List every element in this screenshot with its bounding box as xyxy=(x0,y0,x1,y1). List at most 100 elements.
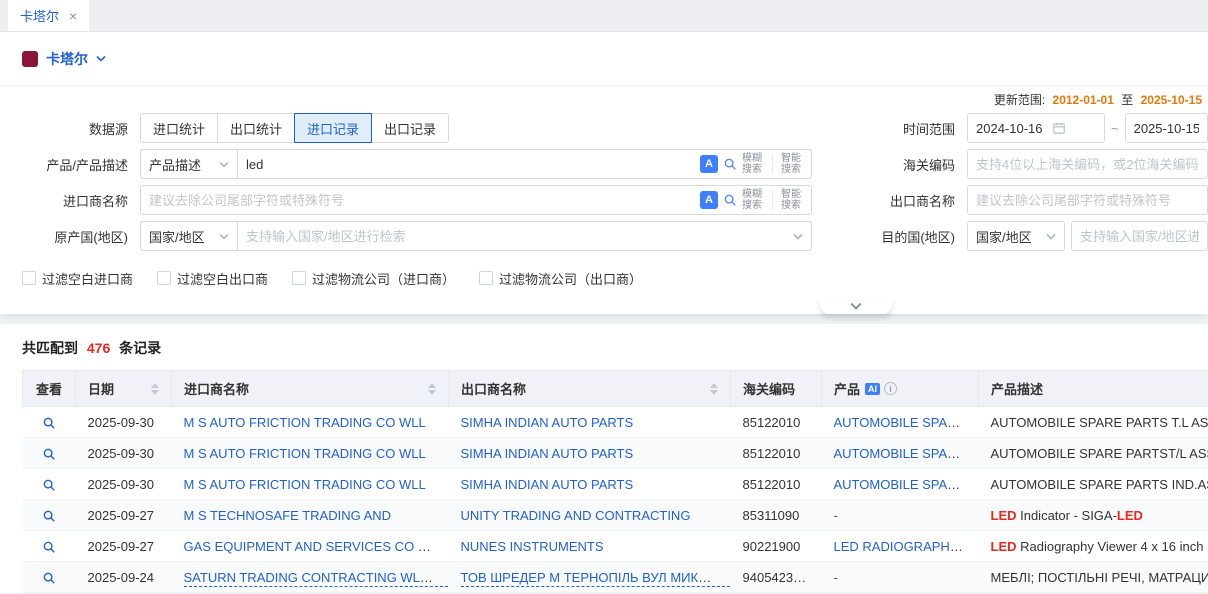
exporter-link[interactable]: NUNES INSTRUMENTS xyxy=(461,539,604,554)
qatar-flag-icon xyxy=(22,51,38,67)
importer-link[interactable]: SATURN TRADING CONTRACTING WLL BUI... xyxy=(184,570,449,587)
origin-type-select[interactable]: 国家/地区 xyxy=(140,221,238,251)
view-record-icon[interactable] xyxy=(42,416,56,430)
exporter-input[interactable] xyxy=(976,193,1199,208)
exporter-link[interactable]: SIMHA INDIAN AUTO PARTS xyxy=(461,446,634,461)
update-range-to: 至 xyxy=(1121,93,1133,107)
datasource-button[interactable]: 出口记录 xyxy=(371,113,449,143)
importer-link[interactable]: M S TECHNOSAFE TRADING AND xyxy=(184,508,392,523)
fuzzy-search-button[interactable]: 模糊搜索 xyxy=(742,189,764,211)
start-date-input[interactable] xyxy=(967,113,1105,143)
chevron-down-icon[interactable] xyxy=(793,233,803,240)
hs-code-input[interactable] xyxy=(976,157,1199,172)
start-date-value[interactable] xyxy=(976,121,1052,136)
results-table-wrap: 查看 日期 进口商名称 出口商名称 xyxy=(22,370,1208,593)
fuzzy-search-icon[interactable] xyxy=(723,193,737,207)
tab-qatar[interactable]: 卡塔尔 × xyxy=(8,0,89,31)
close-icon[interactable]: × xyxy=(69,9,77,23)
smart-search-button[interactable]: 智能搜索 xyxy=(781,189,803,211)
importer-input[interactable] xyxy=(149,193,700,208)
col-exporter-header[interactable]: 出口商名称 xyxy=(449,371,731,407)
checkbox[interactable] xyxy=(22,271,36,285)
exporter-cell: SIMHA INDIAN AUTO PARTS xyxy=(449,407,731,438)
filter-checkbox-item[interactable]: 过滤空白出口商 xyxy=(157,269,268,288)
view-cell xyxy=(23,562,76,593)
origin-input[interactable] xyxy=(246,229,787,244)
importer-link[interactable]: M S AUTO FRICTION TRADING CO WLL xyxy=(184,477,426,492)
importer-cell: M S AUTO FRICTION TRADING CO WLL xyxy=(172,469,449,500)
end-date-input[interactable] xyxy=(1125,113,1208,143)
hs-code-cell: 85122010 xyxy=(731,438,822,469)
importer-link[interactable]: M S AUTO FRICTION TRADING CO WLL xyxy=(184,446,426,461)
col-importer-header[interactable]: 进口商名称 xyxy=(172,371,449,407)
view-record-icon[interactable] xyxy=(42,478,56,492)
product-link[interactable]: LED RADIOGRAPHY VI... xyxy=(834,539,979,554)
keyword-highlight: LED xyxy=(991,539,1017,554)
date-cell: 2025-09-30 xyxy=(76,469,172,500)
importer-cell: M S AUTO FRICTION TRADING CO WLL xyxy=(172,407,449,438)
translate-icon[interactable]: A xyxy=(700,191,718,209)
filter-checkbox-item[interactable]: 过滤物流公司（出口商） xyxy=(479,269,642,288)
ai-badge: AI xyxy=(865,383,880,395)
form-row-product: 产品/产品描述 产品描述 A 模糊搜索 xyxy=(0,146,1208,182)
destination-type-select[interactable]: 国家/地区 xyxy=(967,221,1065,251)
destination-input[interactable] xyxy=(1080,229,1199,244)
table-row: 2025-09-24SATURN TRADING CONTRACTING WLL… xyxy=(23,562,1208,593)
view-record-icon[interactable] xyxy=(42,509,56,523)
product-link[interactable]: AUTOMOBILE SPARE P... xyxy=(834,415,979,430)
info-icon[interactable]: i xyxy=(884,382,897,395)
col-importer-label: 进口商名称 xyxy=(184,379,249,398)
checkbox[interactable] xyxy=(157,271,171,285)
datasource-button[interactable]: 进口统计 xyxy=(140,113,218,143)
exporter-link[interactable]: UNITY TRADING AND CONTRACTING xyxy=(461,508,691,523)
fuzzy-search-button[interactable]: 模糊搜索 xyxy=(742,153,764,175)
view-cell xyxy=(23,500,76,531)
exporter-link[interactable]: SIMHA INDIAN AUTO PARTS xyxy=(461,415,634,430)
importer-link[interactable]: M S AUTO FRICTION TRADING CO WLL xyxy=(184,415,426,430)
update-range-start: 2012-01-01 xyxy=(1053,93,1114,107)
destination-field: 国家/地区 xyxy=(967,221,1208,251)
end-date-value[interactable] xyxy=(1134,121,1199,136)
description-text: Indicator - SIGA- xyxy=(1017,508,1117,523)
destination-label: 目的国(地区) xyxy=(812,227,963,246)
exporter-link[interactable]: SIMHA INDIAN AUTO PARTS xyxy=(461,477,634,492)
product-link[interactable]: AUTOMOBILE SPARE P... xyxy=(834,477,979,492)
translate-icon[interactable]: A xyxy=(700,155,718,173)
filter-checkbox-item[interactable]: 过滤物流公司（进口商） xyxy=(292,269,455,288)
date-cell: 2025-09-27 xyxy=(76,500,172,531)
col-product-label: 产品 xyxy=(834,379,860,398)
exporter-input-box xyxy=(967,185,1208,215)
date-cell: 2025-09-27 xyxy=(76,531,172,562)
product-type-select[interactable]: 产品描述 xyxy=(140,149,238,179)
product-link[interactable]: AUTOMOBILE SPARE P... xyxy=(834,446,979,461)
exporter-link[interactable]: ТОВ ШРЕДЕР М ТЕРНОПІЛЬ ВУЛ МИКУЛИ... xyxy=(461,570,731,587)
calendar-icon[interactable] xyxy=(1052,121,1066,135)
sort-icon[interactable] xyxy=(710,383,718,395)
filter-checkbox-item[interactable]: 过滤空白进口商 xyxy=(22,269,133,288)
product-link: - xyxy=(834,570,838,585)
collapse-panel-button[interactable] xyxy=(820,298,892,314)
sort-icon[interactable] xyxy=(151,383,159,395)
product-search-input[interactable] xyxy=(246,157,700,172)
hs-code-input-box xyxy=(967,149,1208,179)
sort-icon[interactable] xyxy=(428,383,436,395)
view-record-icon[interactable] xyxy=(42,540,56,554)
search-action-cluster: A 模糊搜索 智能搜索 xyxy=(700,189,803,211)
checkbox[interactable] xyxy=(292,271,306,285)
chevron-down-icon[interactable] xyxy=(96,55,106,62)
col-product-header: 产品 AI i xyxy=(822,371,979,407)
fuzzy-search-icon[interactable] xyxy=(723,157,737,171)
smart-search-button[interactable]: 智能搜索 xyxy=(781,153,803,175)
description-cell: LED Indicator - SIGA-LED xyxy=(979,500,1208,531)
product-label: 产品/产品描述 xyxy=(0,155,140,174)
view-record-icon[interactable] xyxy=(42,571,56,585)
country-name[interactable]: 卡塔尔 xyxy=(46,49,88,69)
importer-link[interactable]: GAS EQUIPMENT AND SERVICES CO LTD xyxy=(184,539,442,554)
datasource-button[interactable]: 出口统计 xyxy=(217,113,295,143)
country-header: 卡塔尔 xyxy=(0,32,1208,86)
col-date-header[interactable]: 日期 xyxy=(76,371,172,407)
datasource-button[interactable]: 进口记录 xyxy=(294,113,372,143)
checkbox[interactable] xyxy=(479,271,493,285)
table-row: 2025-09-27 M S TECHNOSAFE TRADING AND UNIT… xyxy=(23,500,1208,531)
view-record-icon[interactable] xyxy=(42,447,56,461)
